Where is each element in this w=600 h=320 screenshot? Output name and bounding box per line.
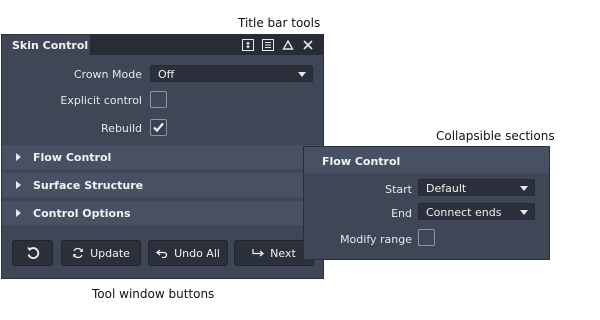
callout-tool-window-buttons: Tool window buttons — [92, 287, 215, 301]
rebuild-checkbox[interactable] — [150, 119, 167, 136]
flow-control-title: Flow Control — [322, 155, 401, 168]
end-value: Connect ends — [426, 206, 502, 219]
section-surface-structure[interactable]: Surface Structure — [2, 173, 323, 197]
close-icon[interactable] — [301, 38, 315, 52]
chevron-down-icon — [298, 72, 306, 77]
reset-button[interactable] — [12, 240, 53, 266]
section-flow-control[interactable]: Flow Control — [2, 145, 323, 169]
window-tab[interactable]: Skin Control — [2, 35, 90, 55]
explicit-control-checkbox[interactable] — [150, 91, 167, 108]
next-button[interactable]: Next — [234, 240, 314, 266]
section-control-options[interactable]: Control Options — [2, 201, 323, 225]
explicit-control-label: Explicit control — [60, 94, 142, 107]
update-label: Update — [90, 246, 130, 260]
callout-collapsible-sections: Collapsible sections — [436, 129, 555, 143]
skin-control-window: Skin Control Crown Mode Off Explicit con… — [1, 34, 324, 279]
chevron-right-icon — [16, 181, 21, 189]
window-title: Skin Control — [12, 39, 89, 52]
collapse-icon[interactable] — [281, 38, 295, 52]
chevron-down-icon — [520, 186, 528, 191]
chevron-right-icon — [16, 153, 21, 161]
undo-all-label: Undo All — [174, 246, 220, 260]
undo-all-button[interactable]: Undo All — [148, 240, 228, 266]
section-label: Surface Structure — [33, 179, 144, 192]
undo-icon — [156, 249, 168, 258]
update-button[interactable]: Update — [61, 240, 141, 266]
modify-range-checkbox[interactable] — [418, 229, 435, 246]
end-label: End — [391, 207, 412, 220]
crown-mode-dropdown[interactable]: Off — [150, 65, 313, 82]
reset-icon — [26, 247, 39, 259]
next-icon — [252, 249, 265, 257]
crown-mode-label: Crown Mode — [73, 68, 142, 81]
next-label: Next — [270, 246, 296, 260]
flow-control-header[interactable]: Flow Control — [304, 147, 549, 173]
start-value: Default — [426, 182, 467, 195]
flow-control-panel: Flow Control Start Default End Connect e… — [303, 146, 550, 260]
chevron-right-icon — [16, 209, 21, 217]
section-label: Control Options — [33, 207, 131, 220]
section-label: Flow Control — [33, 151, 112, 164]
checkmark-icon — [153, 122, 164, 133]
start-label: Start — [385, 183, 412, 196]
end-dropdown[interactable]: Connect ends — [418, 203, 535, 220]
resize-icon[interactable] — [241, 38, 255, 52]
title-bar: Skin Control — [2, 35, 323, 55]
menu-icon[interactable] — [261, 38, 275, 52]
callout-title-bar-tools: Title bar tools — [238, 16, 321, 30]
chevron-down-icon — [520, 210, 528, 215]
refresh-icon — [73, 247, 83, 259]
start-dropdown[interactable]: Default — [418, 179, 535, 196]
rebuild-label: Rebuild — [101, 122, 142, 135]
crown-mode-value: Off — [158, 68, 175, 81]
modify-range-label: Modify range — [340, 233, 412, 246]
